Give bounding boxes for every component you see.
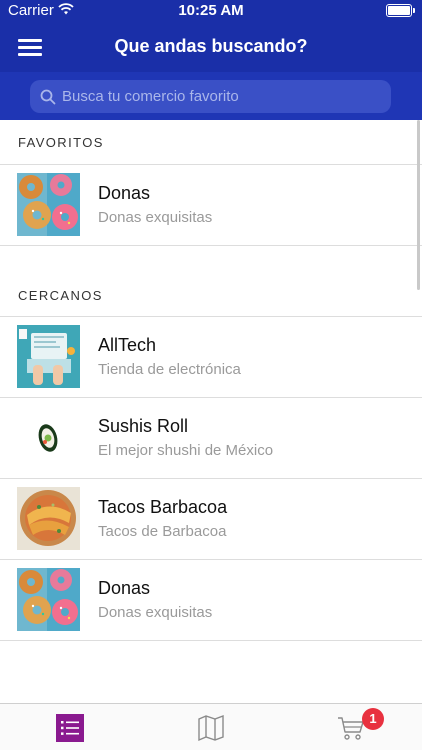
item-description: Donas exquisitas bbox=[98, 604, 213, 621]
favorites-section-header: FAVORITOS bbox=[0, 120, 422, 165]
cart-icon[interactable] bbox=[337, 714, 365, 742]
tacos-image bbox=[17, 487, 80, 550]
list-item-alltech[interactable]: AllTech Tienda de electrónica bbox=[0, 317, 422, 398]
tab-bar: 1 bbox=[0, 703, 422, 750]
electronics-image bbox=[17, 325, 80, 388]
favorites-section-title: FAVORITOS bbox=[18, 135, 104, 150]
item-name: Donas bbox=[98, 578, 151, 598]
page-title: Que andas buscando? bbox=[114, 36, 308, 56]
item-name: Tacos Barbacoa bbox=[98, 497, 228, 517]
item-name: AllTech bbox=[98, 335, 157, 355]
nearby-section-title: CERCANOS bbox=[18, 288, 103, 303]
item-name: Sushis Roll bbox=[98, 416, 189, 436]
cart-badge: 1 bbox=[362, 708, 384, 730]
item-description: El mejor shushi de México bbox=[98, 442, 274, 459]
sushi-image bbox=[17, 406, 80, 469]
list-icon[interactable] bbox=[56, 714, 84, 742]
item-description: Tacos de Barbacoa bbox=[98, 523, 227, 540]
list-item-tacos-barbacoa[interactable]: Tacos Barbacoa Tacos de Barbacoa bbox=[0, 479, 422, 560]
list-item-favorite-donas[interactable]: Donas Donas exquisitas bbox=[0, 165, 422, 246]
search-input[interactable] bbox=[62, 80, 382, 113]
donuts-image bbox=[17, 173, 80, 236]
item-description: Tienda de electrónica bbox=[98, 361, 241, 378]
item-name: Donas bbox=[98, 183, 151, 203]
list-item-sushis-roll[interactable]: Sushis Roll El mejor shushi de México bbox=[0, 398, 422, 479]
search-box[interactable] bbox=[30, 80, 391, 113]
clock: 10:25 AM bbox=[178, 2, 244, 19]
search-area bbox=[0, 72, 422, 120]
scrollbar[interactable] bbox=[417, 120, 420, 290]
donuts-image bbox=[17, 568, 80, 631]
item-description: Donas exquisitas bbox=[98, 209, 213, 226]
battery-tip bbox=[413, 8, 415, 13]
nearby-section-header: CERCANOS bbox=[0, 247, 422, 317]
header-bar: Que andas buscando? bbox=[0, 22, 422, 72]
status-bar: Carrier 10:25 AM bbox=[0, 0, 422, 22]
map-icon[interactable] bbox=[197, 714, 225, 742]
search-icon bbox=[40, 89, 56, 105]
list-item-donas[interactable]: Donas Donas exquisitas bbox=[0, 560, 422, 641]
battery-icon bbox=[386, 4, 412, 17]
